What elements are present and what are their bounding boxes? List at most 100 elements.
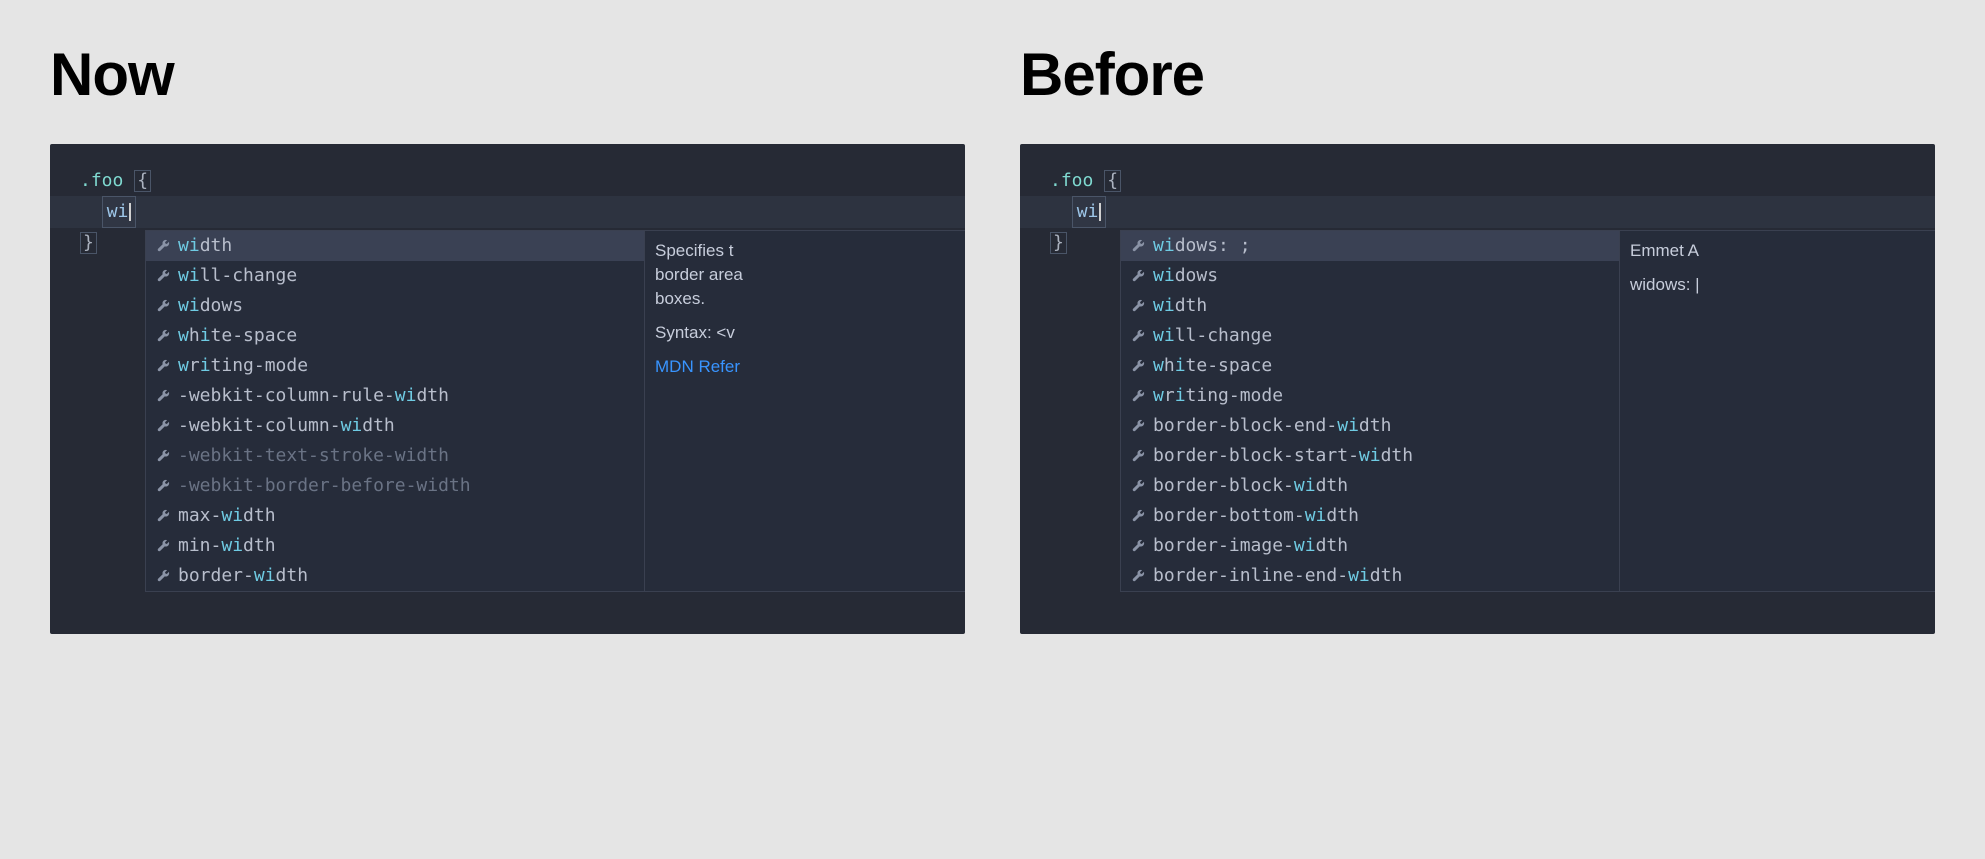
now-editor[interactable]: .foo { wi } width will-change widows white-… — [50, 144, 965, 634]
wrench-icon — [1131, 509, 1145, 523]
completion-label: min-width — [178, 533, 276, 559]
completion-item[interactable]: border-block-end-width — [1121, 411, 1619, 441]
completion-label: -webkit-text-stroke-width — [178, 443, 449, 469]
wrench-icon — [1131, 389, 1145, 403]
completion-label: border-block-end-width — [1153, 413, 1391, 439]
completion-label: width — [1153, 293, 1207, 319]
completion-label: widows — [1153, 263, 1218, 289]
completion-item[interactable]: writing-mode — [1121, 381, 1619, 411]
completion-item[interactable]: border-block-start-width — [1121, 441, 1619, 471]
comparison-container: Now .foo { wi } width will-change widows wh… — [50, 40, 1935, 634]
now-panel: Now .foo { wi } width will-change widows wh… — [50, 40, 965, 634]
completion-label: border-bottom-width — [1153, 503, 1359, 529]
completion-item[interactable]: -webkit-column-width — [146, 411, 644, 441]
completion-label: border-block-start-width — [1153, 443, 1413, 469]
mdn-reference-link[interactable]: MDN Refer — [655, 355, 955, 379]
wrench-icon — [156, 479, 170, 493]
completion-label: border-width — [178, 563, 308, 589]
wrench-icon — [156, 389, 170, 403]
completion-item[interactable]: border-width — [146, 561, 644, 591]
completion-label: widows — [178, 293, 243, 319]
wrench-icon — [156, 569, 170, 583]
doc-line: boxes. — [655, 287, 955, 311]
before-completion-popup: widows: ;widows width will-change white-spa… — [1120, 230, 1935, 592]
open-brace: { — [134, 170, 151, 192]
now-doc-panel: Specifies t border area boxes. Syntax: <… — [645, 230, 965, 592]
completion-item[interactable]: will-change — [146, 261, 644, 291]
css-selector: .foo — [1050, 170, 1093, 191]
wrench-icon — [156, 359, 170, 373]
before-doc-panel: Emmet A widows: | — [1620, 230, 1935, 592]
wrench-icon — [156, 239, 170, 253]
open-brace: { — [1104, 170, 1121, 192]
completion-item[interactable]: -webkit-text-stroke-width — [146, 441, 644, 471]
wrench-icon — [156, 269, 170, 283]
completion-label: border-inline-end-width — [1153, 563, 1402, 589]
completion-item[interactable]: border-bottom-width — [1121, 501, 1619, 531]
completion-item[interactable]: width — [1121, 291, 1619, 321]
typed-text: wi — [102, 196, 136, 228]
doc-line: border area — [655, 263, 955, 287]
completion-item[interactable]: widows — [1121, 261, 1619, 291]
completion-item[interactable]: border-image-width — [1121, 531, 1619, 561]
completion-item[interactable]: white-space — [146, 321, 644, 351]
css-selector: .foo — [80, 170, 123, 191]
before-panel: Before .foo { wi } widows: ;widowswidthw… — [1020, 40, 1935, 634]
completion-item[interactable]: min-width — [146, 531, 644, 561]
completion-label: writing-mode — [178, 353, 308, 379]
completion-item[interactable]: writing-mode — [146, 351, 644, 381]
completion-item[interactable]: -webkit-border-before-width — [146, 471, 644, 501]
completion-label: -webkit-border-before-width — [178, 473, 471, 499]
wrench-icon — [1131, 419, 1145, 433]
close-brace: } — [80, 232, 97, 254]
completion-label: -webkit-column-width — [178, 413, 395, 439]
doc-syntax: Syntax: <v — [655, 321, 955, 345]
wrench-icon — [1131, 299, 1145, 313]
typed-text: wi — [1072, 196, 1106, 228]
doc-line: widows: | — [1630, 273, 1925, 297]
text-cursor — [1099, 203, 1101, 221]
completion-label: border-block-width — [1153, 473, 1348, 499]
wrench-icon — [1131, 569, 1145, 583]
completion-item[interactable]: border-inline-end-width — [1121, 561, 1619, 591]
before-completion-list[interactable]: widows: ;widows width will-change white-spa… — [1120, 230, 1620, 592]
completion-label: width — [178, 233, 232, 259]
completion-item[interactable]: border-block-width — [1121, 471, 1619, 501]
completion-label: will-change — [178, 263, 297, 289]
wrench-icon — [156, 539, 170, 553]
completion-label: will-change — [1153, 323, 1272, 349]
code-line-1[interactable]: .foo { — [1020, 166, 1935, 196]
code-line-typed[interactable]: wi — [1020, 196, 1935, 228]
wrench-icon — [1131, 359, 1145, 373]
wrench-icon — [156, 449, 170, 463]
completion-item[interactable]: widows — [146, 291, 644, 321]
now-completion-popup: width will-change widows white-space writing… — [145, 230, 965, 592]
wrench-icon — [156, 329, 170, 343]
text-cursor — [129, 203, 131, 221]
wrench-icon — [1131, 449, 1145, 463]
completion-label: writing-mode — [1153, 383, 1283, 409]
completion-item[interactable]: max-width — [146, 501, 644, 531]
completion-label: white-space — [1153, 353, 1272, 379]
now-heading: Now — [50, 40, 965, 109]
wrench-icon — [1131, 479, 1145, 493]
code-line-1[interactable]: .foo { — [50, 166, 965, 196]
wrench-icon — [156, 299, 170, 313]
now-completion-list[interactable]: width will-change widows white-space writing… — [145, 230, 645, 592]
completion-item[interactable]: widows: ; — [1121, 231, 1619, 261]
completion-item[interactable]: white-space — [1121, 351, 1619, 381]
close-brace: } — [1050, 232, 1067, 254]
completion-item[interactable]: width — [146, 231, 644, 261]
completion-label: -webkit-column-rule-width — [178, 383, 449, 409]
before-editor[interactable]: .foo { wi } widows: ;widows width will-cha… — [1020, 144, 1935, 634]
before-heading: Before — [1020, 40, 1935, 109]
completion-item[interactable]: will-change — [1121, 321, 1619, 351]
wrench-icon — [1131, 269, 1145, 283]
wrench-icon — [156, 509, 170, 523]
code-line-typed[interactable]: wi — [50, 196, 965, 228]
wrench-icon — [1131, 239, 1145, 253]
completion-item[interactable]: -webkit-column-rule-width — [146, 381, 644, 411]
completion-label: white-space — [178, 323, 297, 349]
wrench-icon — [1131, 539, 1145, 553]
wrench-icon — [156, 419, 170, 433]
